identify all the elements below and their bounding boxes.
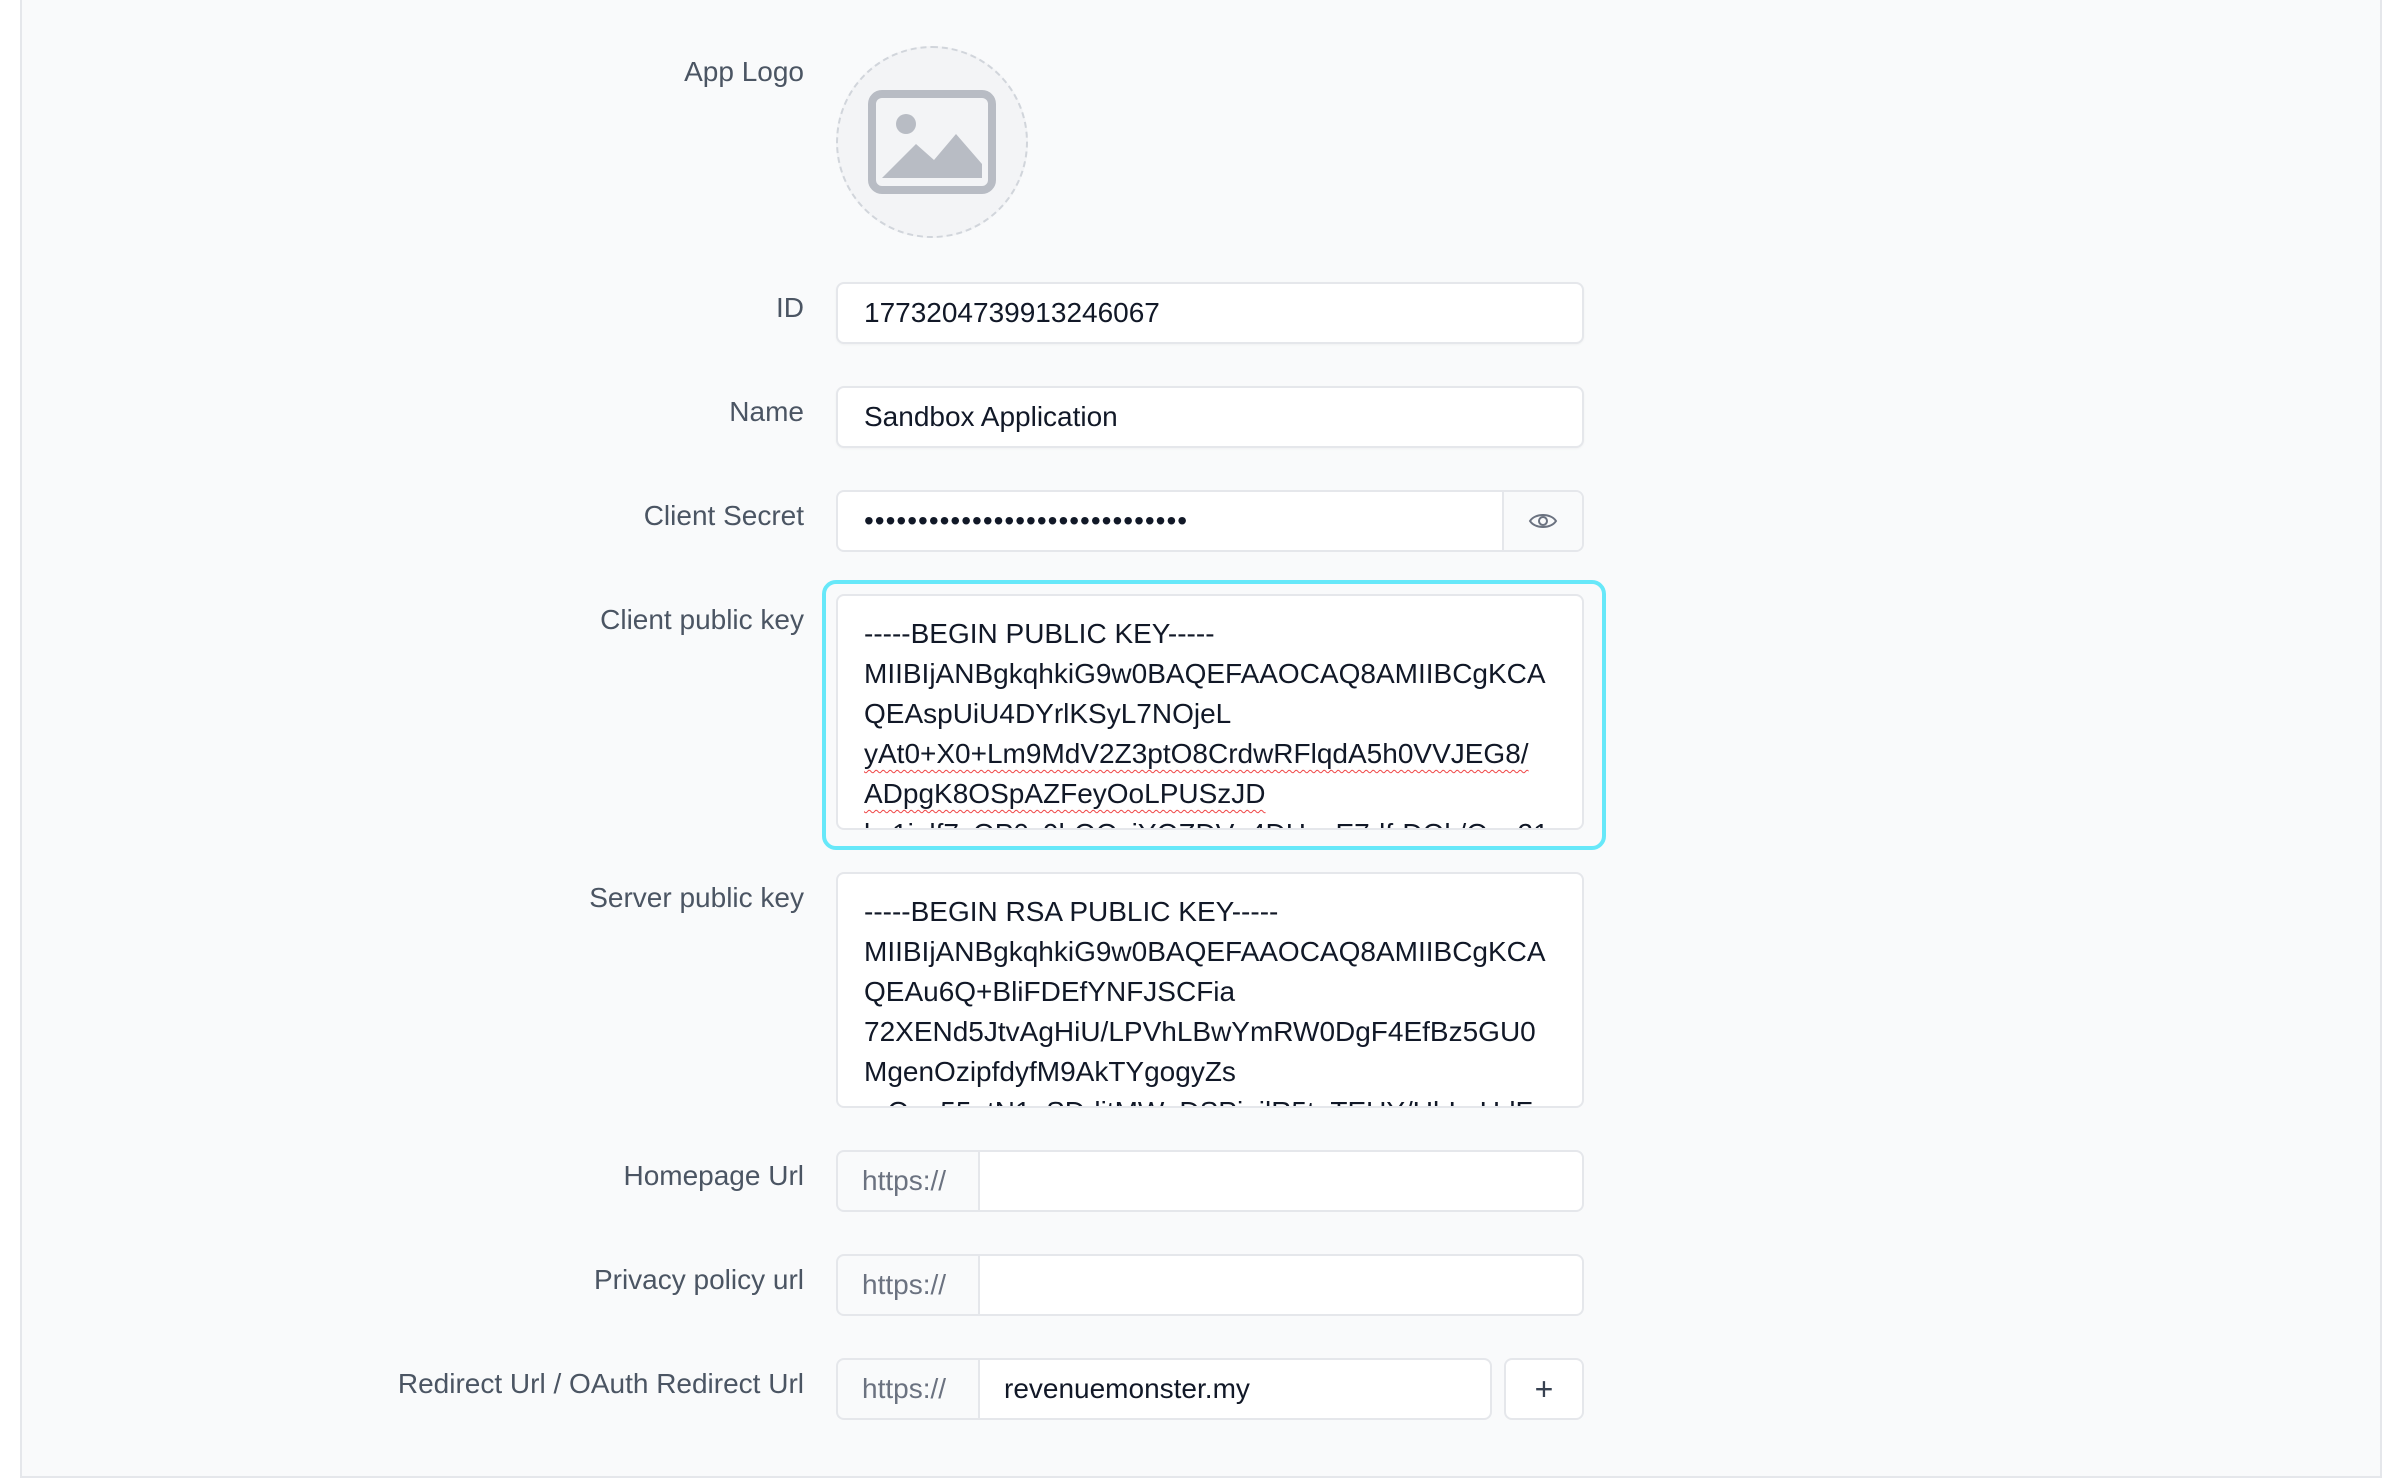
- key-line: mOpp55utN1uSDditMWoDSPiqilR5tuTEUY/UbLnU…: [864, 1092, 1556, 1106]
- app-logo-upload[interactable]: [836, 46, 1028, 238]
- name-field[interactable]: Sandbox Application: [836, 386, 1584, 448]
- client-secret-label: Client Secret: [643, 500, 804, 531]
- eye-icon: [1528, 514, 1558, 528]
- redirect-url-group: https:// revenuemonster.my: [836, 1358, 1492, 1420]
- key-line: ADpgK8OSpAZFeyOoLPUSzJD: [864, 778, 1266, 809]
- add-redirect-url-button[interactable]: +: [1504, 1358, 1584, 1420]
- privacy-policy-url-group: https://: [836, 1254, 1584, 1316]
- key-line: ks1inlf7zOP0y9hOOxiYOZDVn4DHuvE7dfrDOk/Q…: [864, 814, 1556, 828]
- key-line: -----BEGIN RSA PUBLIC KEY-----: [864, 896, 1279, 927]
- server-public-key-label: Server public key: [589, 882, 804, 913]
- server-public-key-textarea[interactable]: -----BEGIN RSA PUBLIC KEY----- MIIBIjANB…: [836, 872, 1584, 1108]
- homepage-url-prefix: https://: [836, 1150, 978, 1212]
- image-placeholder-icon: [868, 90, 996, 194]
- key-line: MIIBIjANBgkqhkiG9w0BAQEFAAOCAQ8AMIIBCgKC…: [864, 658, 1546, 689]
- key-line: -----BEGIN PUBLIC KEY-----: [864, 618, 1215, 649]
- key-line: yAt0+X0+Lm9MdV2Z3ptO8CrdwRFlqdA5h0VVJEG8…: [864, 738, 1529, 769]
- key-line: QEAu6Q+BliFDEfYNFJSCFia: [864, 976, 1236, 1007]
- toggle-secret-visibility-button[interactable]: [1502, 492, 1582, 550]
- privacy-policy-url-prefix: https://: [836, 1254, 978, 1316]
- id-label: ID: [776, 292, 804, 323]
- homepage-url-label: Homepage Url: [623, 1160, 804, 1191]
- key-line: MgenOzipfdyfM9AkTYgogyZs: [864, 1056, 1236, 1087]
- client-secret-value[interactable]: ••••••••••••••••••••••••••••••: [838, 492, 1502, 550]
- client-public-key-label: Client public key: [600, 604, 804, 635]
- key-line: MIIBIjANBgkqhkiG9w0BAQEFAAOCAQ8AMIIBCgKC…: [864, 936, 1546, 967]
- key-line: 72XENd5JtvAgHiU/LPVhLBwYmRW0DgF4EfBz5GU0: [864, 1016, 1536, 1047]
- redirect-url-label: Redirect Url / OAuth Redirect Url: [397, 1368, 804, 1399]
- name-label: Name: [729, 396, 804, 427]
- client-public-key-textarea[interactable]: -----BEGIN PUBLIC KEY----- MIIBIjANBgkqh…: [836, 594, 1584, 830]
- id-field[interactable]: 1773204739913246067: [836, 282, 1584, 344]
- redirect-url-input[interactable]: revenuemonster.my: [978, 1358, 1492, 1420]
- app-logo-label: App Logo: [684, 56, 804, 87]
- client-secret-field[interactable]: ••••••••••••••••••••••••••••••: [836, 490, 1584, 552]
- privacy-policy-url-label: Privacy policy url: [593, 1264, 804, 1295]
- privacy-policy-url-input[interactable]: [978, 1254, 1584, 1316]
- homepage-url-group: https://: [836, 1150, 1584, 1212]
- homepage-url-input[interactable]: [978, 1150, 1584, 1212]
- key-line: QEAspUiU4DYrlKSyL7NOjeL: [864, 698, 1232, 729]
- redirect-url-prefix: https://: [836, 1358, 978, 1420]
